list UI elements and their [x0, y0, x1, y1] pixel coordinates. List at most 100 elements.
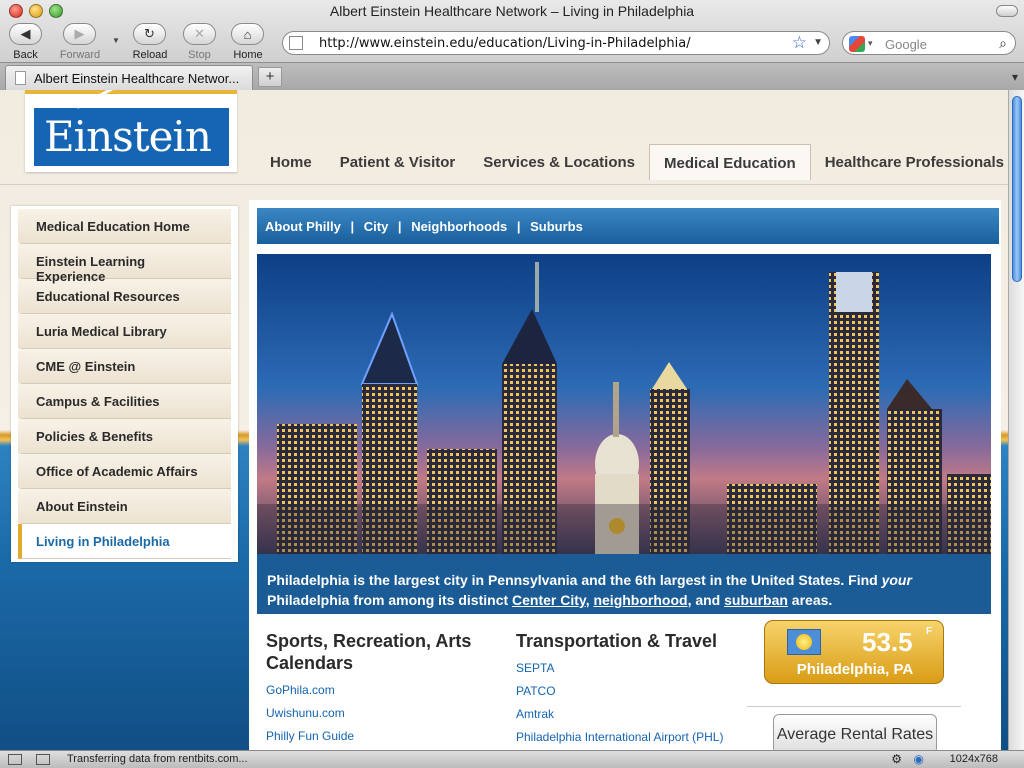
stop-icon: ✕ — [194, 26, 205, 41]
gophila-link[interactable]: GoPhila.com — [266, 683, 496, 697]
window-icon[interactable] — [36, 754, 50, 765]
back-arrow-icon: ◀ — [20, 26, 31, 41]
transportation-column: Transportation & Travel SEPTA PATCO Amtr… — [516, 630, 756, 744]
caption-text: Philadelphia is the largest city in Penn… — [267, 572, 882, 588]
gear-icon[interactable]: ⚙ — [891, 752, 902, 766]
toolbar-toggle-button[interactable] — [996, 5, 1018, 17]
tab-list-icon[interactable]: ▾ — [1012, 70, 1018, 84]
sidebar-item-cme[interactable]: CME @ Einstein — [18, 349, 231, 384]
sports-recreation-heading: Sports, Recreation, Arts Calendars — [266, 631, 472, 673]
nav-medical-education[interactable]: Medical Education — [649, 144, 811, 180]
sub-navigation: About Philly | City | Neighborhoods | Su… — [257, 208, 999, 244]
forward-label: Forward — [59, 49, 101, 61]
septa-link[interactable]: SEPTA — [516, 661, 756, 675]
url-bar[interactable]: http://www.einstein.edu/education/Living… — [282, 31, 830, 55]
search-input[interactable]: Google — [885, 37, 927, 52]
page-viewport: Einstein Home Patient & Visitor Services… — [0, 90, 1008, 750]
sidebar-item-educational-resources[interactable]: Educational Resources — [18, 279, 231, 314]
subnav-separator: | — [397, 219, 402, 234]
nav-patient-visitor[interactable]: Patient & Visitor — [326, 144, 470, 180]
forward-arrow-icon: ▶ — [74, 26, 85, 41]
status-text: Transferring data from rentbits.com... — [67, 753, 248, 765]
url-text[interactable]: http://www.einstein.edu/education/Living… — [319, 36, 691, 51]
stop-button[interactable]: ✕ — [183, 23, 216, 45]
skyline-illustration — [257, 254, 991, 554]
weather-widget[interactable]: 53.5 F Philadelphia, PA — [764, 620, 944, 684]
tab-einstein[interactable]: Albert Einstein Healthcare Networ... — [5, 65, 253, 91]
new-tab-button[interactable]: + — [258, 67, 282, 87]
tab-strip: Albert Einstein Healthcare Networ... + ▾ — [0, 62, 1024, 91]
reload-label: Reload — [132, 49, 168, 61]
home-label: Home — [233, 49, 263, 61]
nav-home[interactable]: Home — [256, 144, 326, 180]
header-divider — [0, 184, 1008, 185]
uwishunu-link[interactable]: Uwishunu.com — [266, 706, 496, 720]
forward-button[interactable]: ▶ — [63, 23, 96, 45]
page-icon — [289, 36, 303, 50]
history-dropdown-icon[interactable]: ▼ — [112, 36, 120, 45]
reload-icon: ↻ — [144, 26, 155, 41]
home-button[interactable]: ⌂ — [231, 23, 264, 45]
phl-airport-link[interactable]: Philadelphia International Airport (PHL) — [516, 730, 756, 744]
search-icon[interactable]: ⌕ — [999, 35, 1007, 52]
philly-fun-guide-link[interactable]: Philly Fun Guide — [266, 729, 496, 743]
temperature: 53.5 — [862, 627, 913, 657]
url-history-dropdown-icon[interactable]: ▼ — [813, 37, 823, 48]
google-icon[interactable] — [849, 36, 865, 52]
neighborhood-link[interactable]: neighborhood — [593, 592, 687, 608]
back-label: Back — [13, 49, 38, 61]
reload-button[interactable]: ↻ — [133, 23, 166, 45]
sidebar-item-campus-facilities[interactable]: Campus & Facilities — [18, 384, 231, 419]
nav-healthcare-professionals[interactable]: Healthcare Professionals — [811, 144, 1008, 180]
sidebar-item-academic-affairs[interactable]: Office of Academic Affairs — [18, 454, 231, 489]
subnav-about-philly[interactable]: About Philly — [265, 219, 341, 234]
caption-emphasis: your — [881, 572, 912, 588]
hero-caption: Philadelphia is the largest city in Penn… — [267, 570, 983, 610]
subnav-separator: | — [350, 219, 355, 234]
back-button[interactable]: ◀ — [9, 23, 42, 45]
average-rental-rates-button[interactable]: Average Rental Rates — [773, 714, 937, 750]
caption-text: Philadelphia from among its distinct — [267, 592, 513, 608]
sidebar-item-luria-medical-library[interactable]: Luria Medical Library — [18, 314, 231, 349]
browser-chrome: Albert Einstein Healthcare Network – Liv… — [0, 0, 1024, 91]
temperature-unit: F — [926, 626, 933, 637]
suburban-link[interactable]: suburban — [724, 592, 788, 608]
main-content: About Philly | City | Neighborhoods | Su… — [249, 200, 1001, 750]
center-city-link[interactable]: Center City — [512, 592, 586, 608]
status-bar: Transferring data from rentbits.com... ⚙… — [0, 750, 1024, 768]
top-navigation: Home Patient & Visitor Services & Locati… — [256, 144, 1008, 180]
search-bar[interactable]: ▾ Google ⌕ — [842, 31, 1016, 55]
subnav-separator: | — [516, 219, 521, 234]
stop-label: Stop — [188, 49, 211, 61]
caption-text: , and — [687, 592, 725, 608]
amtrak-link[interactable]: Amtrak — [516, 707, 756, 721]
tab-label: Albert Einstein Healthcare Networ... — [34, 71, 240, 86]
search-engine-dropdown-icon[interactable]: ▾ — [868, 38, 873, 49]
sun-icon — [787, 629, 821, 655]
resolution-readout: 1024x768 — [949, 753, 998, 765]
sidebar-item-medical-education-home[interactable]: Medical Education Home — [18, 209, 231, 244]
bookmark-star-icon[interactable]: ☆ — [792, 33, 807, 53]
weather-city: Philadelphia, PA — [796, 661, 914, 678]
home-icon: ⌂ — [243, 26, 252, 42]
window-title: Albert Einstein Healthcare Network – Liv… — [329, 3, 695, 19]
scrollbar-thumb[interactable] — [1012, 96, 1022, 282]
sidebar-item-living-in-philadelphia[interactable]: Living in Philadelphia — [18, 524, 231, 559]
philadelphia-skyline-image: Philadelphia is the largest city in Penn… — [257, 254, 991, 614]
patco-link[interactable]: PATCO — [516, 684, 756, 698]
subnav-city[interactable]: City — [364, 219, 389, 234]
einstein-logo[interactable]: Einstein — [25, 90, 237, 172]
nav-services-locations[interactable]: Services & Locations — [469, 144, 649, 180]
subnav-suburbs[interactable]: Suburbs — [530, 219, 583, 234]
sync-icon[interactable]: ◉ — [914, 752, 924, 766]
vertical-scrollbar[interactable] — [1008, 90, 1024, 750]
caption-text: areas. — [787, 592, 833, 608]
sidebar: Medical Education Home Einstein Learning… — [11, 206, 238, 562]
sidebar-toggle-icon[interactable] — [8, 754, 22, 765]
logo-text: Einstein — [34, 108, 229, 166]
sidebar-item-policies-benefits[interactable]: Policies & Benefits — [18, 419, 231, 454]
subnav-neighborhoods[interactable]: Neighborhoods — [411, 219, 507, 234]
sidebar-item-einstein-learning-experience[interactable]: Einstein Learning Experience — [18, 244, 231, 284]
widget-divider — [747, 706, 961, 707]
sidebar-item-about-einstein[interactable]: About Einstein — [18, 489, 231, 524]
